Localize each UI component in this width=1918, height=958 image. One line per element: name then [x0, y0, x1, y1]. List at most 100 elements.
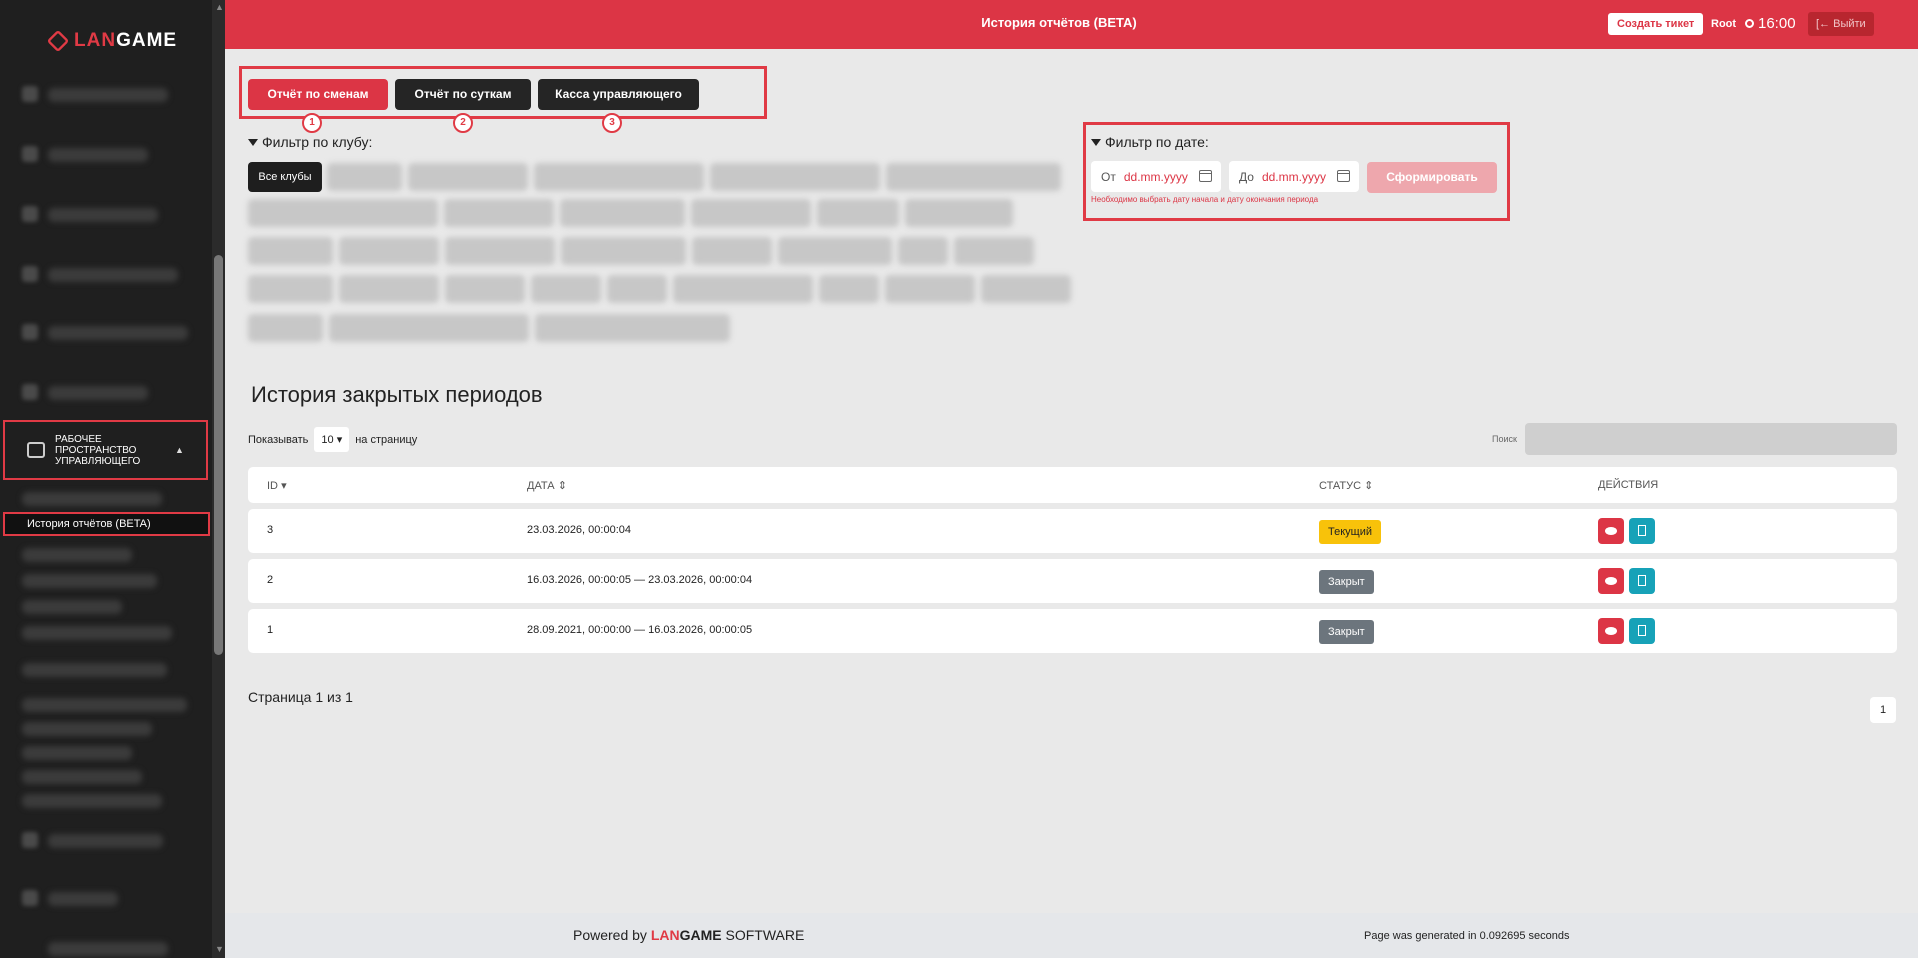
sidebar: LANGAME Рабочее пространство управляющег… — [0, 0, 225, 958]
club-chip-hidden[interactable] — [817, 199, 899, 227]
menu-icon — [22, 832, 38, 848]
club-chip-hidden[interactable] — [692, 237, 772, 265]
column-header-status[interactable]: СТАТУС ⇕ — [1319, 479, 1373, 492]
club-chip-hidden[interactable] — [981, 275, 1071, 303]
langame-logo[interactable]: LANGAME — [46, 29, 177, 53]
club-chip-hidden[interactable] — [445, 237, 555, 265]
club-chip-hidden[interactable] — [248, 314, 323, 342]
row-date: 16.03.2026, 00:00:05 — 23.03.2026, 00:00… — [527, 574, 753, 586]
sidebar-subitem-hidden[interactable] — [22, 492, 162, 506]
sidebar-subitem-hidden[interactable] — [22, 698, 187, 712]
user-name[interactable]: Root — [1711, 18, 1736, 30]
generate-button[interactable]: Сформировать — [1367, 162, 1497, 193]
table-row: 2 16.03.2026, 00:00:05 — 23.03.2026, 00:… — [248, 559, 1897, 603]
powered-by: Powered by LANGAME SOFTWARE — [573, 927, 805, 943]
all-clubs-button[interactable]: Все клубы — [248, 162, 322, 192]
club-chip-hidden[interactable] — [339, 237, 439, 265]
date-filter-title: Фильтр по дате: — [1091, 134, 1209, 150]
sidebar-subitem-hidden[interactable] — [22, 600, 122, 614]
sidebar-subitem-hidden[interactable] — [22, 794, 162, 808]
logout-button[interactable]: [← Выйти — [1808, 12, 1874, 36]
club-chip-hidden[interactable] — [534, 163, 704, 191]
calendar-icon[interactable] — [1199, 170, 1212, 182]
column-header-actions: ДЕЙСТВИЯ — [1598, 479, 1659, 491]
club-chip-hidden[interactable] — [819, 275, 879, 303]
club-chip-hidden[interactable] — [327, 163, 402, 191]
sidebar-item-hidden[interactable] — [48, 326, 188, 340]
sidebar-section-manager-workspace[interactable]: Рабочее пространство управляющего ▲ — [3, 420, 208, 480]
sidebar-item-hidden[interactable] — [48, 386, 148, 400]
sidebar-subitem-hidden[interactable] — [22, 663, 167, 677]
sidebar-item-hidden[interactable] — [48, 892, 118, 906]
sidebar-item-hidden[interactable] — [48, 942, 168, 956]
footer-logo: LANGAME — [650, 927, 722, 943]
sidebar-subitem-hidden[interactable] — [22, 626, 172, 640]
club-chip-hidden[interactable] — [886, 163, 1061, 191]
pagination-page-1[interactable]: 1 — [1870, 697, 1896, 723]
club-chip-hidden[interactable] — [905, 199, 1013, 227]
tab-manager-cash[interactable]: Касса управляющего — [538, 79, 699, 110]
scroll-down-icon[interactable]: ▼ — [215, 944, 224, 954]
sidebar-subitem-hidden[interactable] — [22, 770, 142, 784]
search-label: Поиск — [1492, 434, 1517, 444]
tab-daily-report[interactable]: Отчёт по суткам — [395, 79, 531, 110]
create-ticket-button[interactable]: Создать тикет — [1608, 13, 1704, 35]
table-header: ID ▾ ДАТА ⇕ СТАТУС ⇕ ДЕЙСТВИЯ — [248, 467, 1897, 503]
club-chip-hidden[interactable] — [898, 237, 948, 265]
club-chip-hidden[interactable] — [954, 237, 1034, 265]
menu-icon — [22, 86, 38, 102]
date-from-input[interactable]: От dd.mm.yyyy — [1091, 161, 1221, 192]
sidebar-subitem-hidden[interactable] — [22, 548, 132, 562]
view-eye-icon[interactable] — [1598, 518, 1624, 544]
club-chip-hidden[interactable] — [535, 314, 730, 342]
club-chip-hidden[interactable] — [560, 199, 685, 227]
club-chip-hidden[interactable] — [607, 275, 667, 303]
sidebar-item-hidden[interactable] — [48, 834, 163, 848]
search-input[interactable] — [1525, 423, 1897, 455]
club-chip-hidden[interactable] — [710, 163, 880, 191]
menu-icon — [22, 206, 38, 222]
sidebar-item-hidden[interactable] — [48, 148, 148, 162]
sidebar-subitem-hidden[interactable] — [22, 574, 157, 588]
sort-desc-icon: ▾ — [281, 480, 287, 492]
filter-icon — [1091, 138, 1101, 146]
club-chip-hidden[interactable] — [408, 163, 528, 191]
filter-icon — [248, 138, 258, 146]
sidebar-item-hidden[interactable] — [48, 208, 158, 222]
view-eye-icon[interactable] — [1598, 568, 1624, 594]
club-chip-hidden[interactable] — [885, 275, 975, 303]
sidebar-subitem-hidden[interactable] — [22, 722, 152, 736]
view-eye-icon[interactable] — [1598, 618, 1624, 644]
sidebar-scrollbar[interactable]: ▲ ▼ — [212, 0, 225, 958]
club-chip-hidden[interactable] — [248, 199, 438, 227]
excel-file-icon[interactable] — [1629, 568, 1655, 594]
club-chip-hidden[interactable] — [778, 237, 892, 265]
sidebar-item-reports-history[interactable]: История отчётов (BETA) — [3, 512, 210, 536]
sidebar-subitem-hidden[interactable] — [22, 746, 132, 760]
sidebar-scroll-thumb[interactable] — [214, 255, 223, 655]
tab-shift-report[interactable]: Отчёт по сменам — [248, 79, 388, 110]
row-id: 1 — [267, 624, 274, 636]
calendar-icon[interactable] — [1337, 170, 1350, 182]
status-badge: Текущий — [1319, 520, 1381, 544]
club-chip-hidden[interactable] — [673, 275, 813, 303]
club-chip-hidden[interactable] — [531, 275, 601, 303]
club-chip-hidden[interactable] — [248, 237, 333, 265]
sidebar-item-hidden[interactable] — [48, 88, 168, 102]
club-chip-hidden[interactable] — [329, 314, 529, 342]
club-chip-hidden[interactable] — [691, 199, 811, 227]
date-to-input[interactable]: До dd.mm.yyyy — [1229, 161, 1359, 192]
sidebar-item-hidden[interactable] — [48, 268, 178, 282]
excel-file-icon[interactable] — [1629, 518, 1655, 544]
club-chip-hidden[interactable] — [561, 237, 686, 265]
club-chip-hidden[interactable] — [444, 199, 554, 227]
column-header-date[interactable]: ДАТА ⇕ — [527, 479, 567, 492]
scroll-up-icon[interactable]: ▲ — [215, 2, 224, 12]
column-header-id[interactable]: ID ▾ — [267, 479, 287, 492]
club-chip-hidden[interactable] — [248, 275, 333, 303]
clock-time: 16:00 — [1758, 15, 1796, 32]
club-chip-hidden[interactable] — [339, 275, 439, 303]
page-size-select[interactable]: 10 ▾ — [314, 427, 350, 452]
excel-file-icon[interactable] — [1629, 618, 1655, 644]
club-chip-hidden[interactable] — [445, 275, 525, 303]
